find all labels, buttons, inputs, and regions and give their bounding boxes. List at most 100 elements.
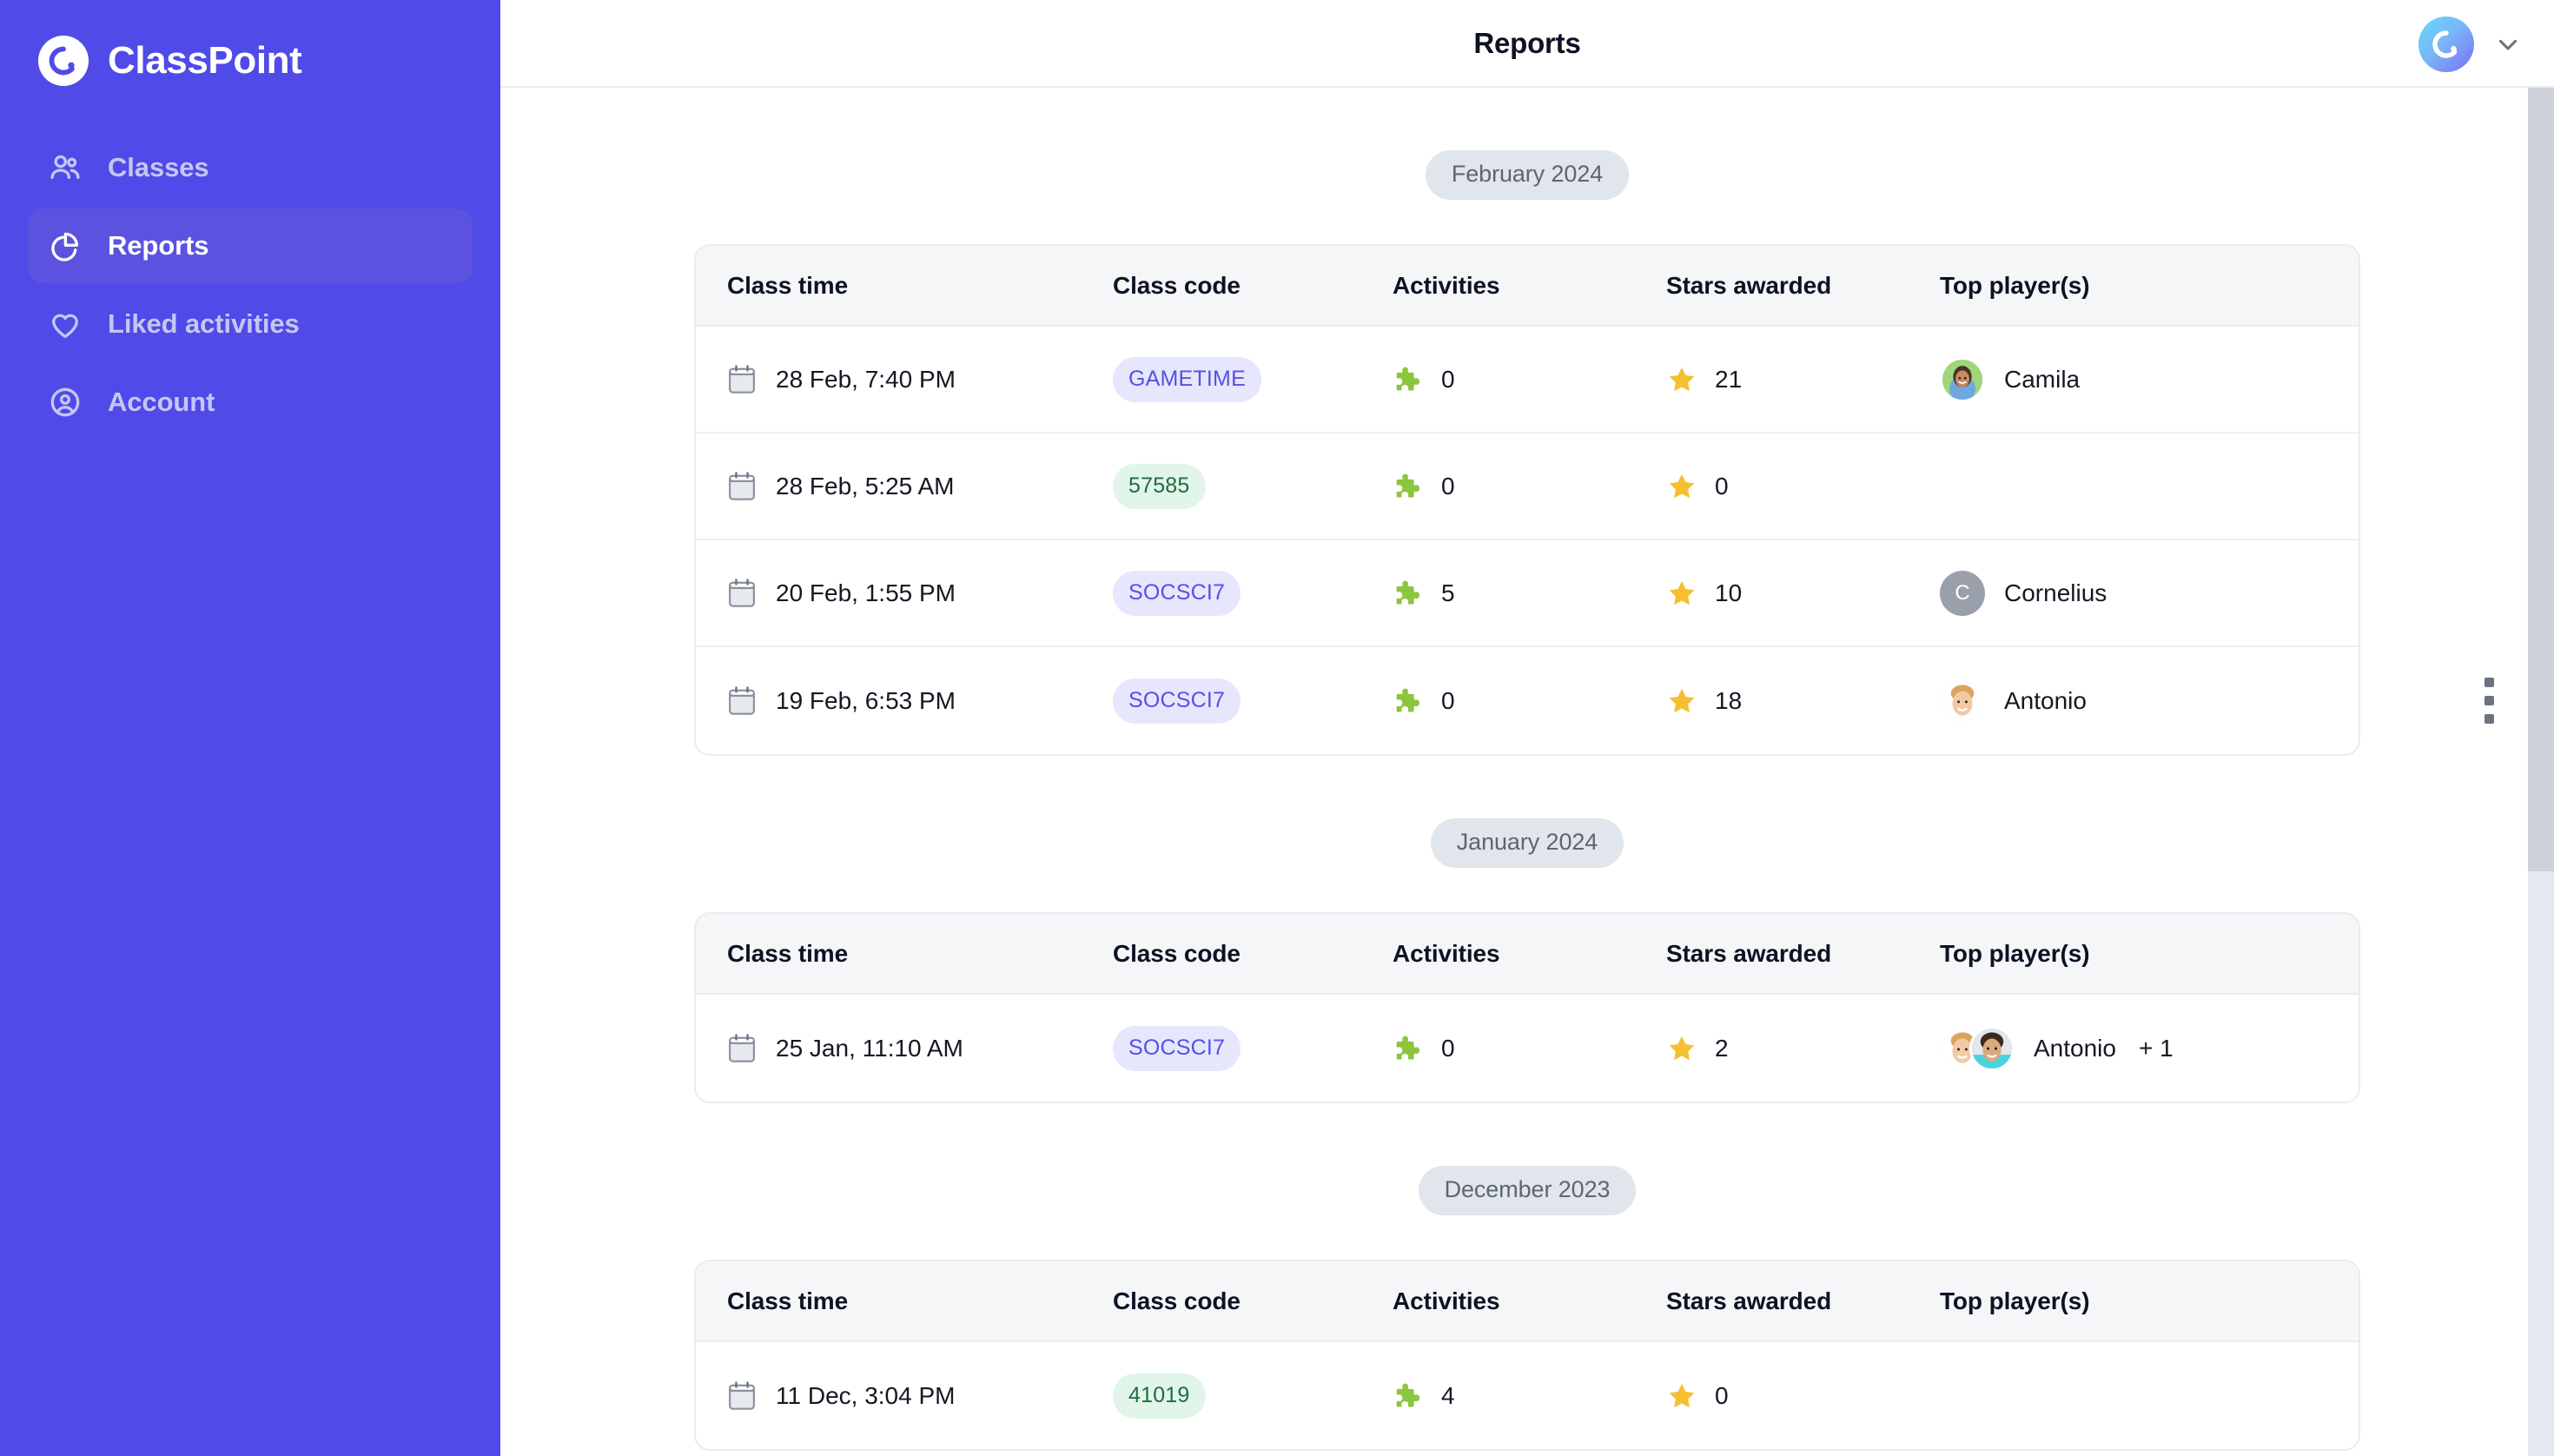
stars-count: 0 [1715, 1381, 1729, 1409]
puzzle-icon [1393, 685, 1424, 717]
sidebar-item-label: Account [108, 387, 215, 417]
calendar-icon [727, 1380, 757, 1413]
puzzle-icon [1393, 364, 1424, 395]
cell-stars-awarded: 2 [1666, 1033, 1940, 1064]
table-row[interactable]: 11 Dec, 3:04 PM 41019 4 0 [696, 1342, 2359, 1449]
users-icon [47, 149, 83, 186]
class-code-badge[interactable]: SOCSCI7 [1113, 1025, 1241, 1071]
column-header-activities: Activities [1393, 271, 1500, 299]
cell-class-time: 19 Feb, 6:53 PM [727, 685, 1113, 718]
classpoint-logo-icon [38, 36, 89, 86]
star-icon [1666, 578, 1697, 609]
brand-name: ClassPoint [108, 39, 302, 82]
avatar [1969, 1025, 2015, 1071]
month-header: January 2024 [500, 756, 2554, 868]
sidebar-item-label: Liked activities [108, 308, 300, 339]
class-code-badge[interactable]: 41019 [1113, 1373, 1206, 1419]
cell-stars-awarded: 21 [1666, 364, 1940, 395]
vertical-scrollbar[interactable] [2528, 88, 2554, 1456]
column-header-stars-awarded: Stars awarded [1666, 939, 1832, 967]
avatar-stack [1940, 678, 1985, 724]
sidebar-item-classes[interactable]: Classes [28, 130, 473, 205]
cell-stars-awarded: 18 [1666, 685, 1940, 717]
table-row[interactable]: 28 Feb, 5:25 AM 57585 0 0 [696, 433, 2359, 540]
column-header-class-time: Class time [727, 1287, 849, 1314]
sidebar-nav: Classes Reports Liked activities Account [0, 130, 500, 440]
calendar-icon [727, 685, 757, 718]
column-header-class-time: Class time [727, 939, 849, 967]
activities-count: 4 [1441, 1381, 1455, 1409]
sidebar-item-label: Classes [108, 152, 209, 182]
column-header-top-players: Top player(s) [1940, 271, 2090, 299]
stars-count: 10 [1715, 579, 1743, 606]
month-label: December 2023 [1418, 1166, 1637, 1215]
player-name: Antonio [2034, 1034, 2116, 1062]
sidebar-item-liked-activities[interactable]: Liked activities [28, 287, 473, 361]
stars-count: 0 [1715, 472, 1729, 500]
cell-class-time: 28 Feb, 5:25 AM [727, 470, 1113, 503]
month-header: February 2024 [500, 88, 2554, 200]
app-root: ClassPoint Classes Reports Liked activit… [0, 0, 2554, 1456]
table-row[interactable]: 25 Jan, 11:10 AM SOCSCI7 0 2 Antonio + 1 [696, 995, 2359, 1102]
sidebar-item-account[interactable]: Account [28, 365, 473, 440]
cell-top-players: Antonio [1940, 678, 2359, 724]
column-header-stars-awarded: Stars awarded [1666, 271, 1832, 299]
avatar-stack [1940, 356, 1985, 402]
puzzle-icon [1393, 1380, 1424, 1412]
cell-activities: 4 [1393, 1380, 1666, 1412]
calendar-icon [727, 577, 757, 610]
calendar-icon [727, 363, 757, 396]
star-icon [1666, 1033, 1697, 1064]
page-title: Reports [1473, 26, 1581, 59]
month-header: December 2023 [500, 1103, 2554, 1215]
avatar-initial: C [1940, 570, 1985, 616]
brand[interactable]: ClassPoint [0, 16, 500, 94]
scrollbar-thumb[interactable] [2528, 88, 2554, 871]
cell-class-time: 28 Feb, 7:40 PM [727, 363, 1113, 396]
star-icon [1666, 685, 1697, 717]
star-icon [1666, 364, 1697, 395]
classpoint-avatar-icon[interactable] [2418, 16, 2474, 72]
table-row[interactable]: 20 Feb, 1:55 PM SOCSCI7 5 10 C Cornelius [696, 540, 2359, 647]
cell-top-players: Camila [1940, 356, 2359, 402]
reports-table-january: Class time Class code Activities Stars a… [694, 912, 2360, 1103]
table-row[interactable]: 19 Feb, 6:53 PM SOCSCI7 0 18 Antonio [696, 647, 2494, 754]
puzzle-icon [1393, 1033, 1424, 1064]
class-code-badge[interactable]: GAMETIME [1113, 356, 1261, 402]
calendar-icon [727, 1032, 757, 1065]
class-time-text: 28 Feb, 5:25 AM [776, 472, 955, 500]
star-icon [1666, 471, 1697, 502]
column-header-top-players: Top player(s) [1940, 1287, 2090, 1314]
sidebar-item-reports[interactable]: Reports [28, 208, 473, 283]
class-time-text: 20 Feb, 1:55 PM [776, 579, 956, 606]
class-code-badge[interactable]: 57585 [1113, 463, 1206, 509]
column-header-class-code: Class code [1113, 1287, 1241, 1314]
player-name: Camila [2004, 365, 2081, 393]
month-label: February 2024 [1425, 150, 1630, 200]
calendar-icon [727, 470, 757, 503]
cell-stars-awarded: 0 [1666, 1380, 1940, 1412]
reports-content: February 2024 Class time Class code Acti… [500, 88, 2554, 1456]
user-circle-icon [47, 384, 83, 420]
class-time-text: 25 Jan, 11:10 AM [776, 1034, 963, 1062]
activities-count: 0 [1441, 1034, 1455, 1062]
additional-players-count: + 1 [2138, 1034, 2174, 1062]
class-code-badge[interactable]: SOCSCI7 [1113, 678, 1241, 724]
column-header-class-code: Class code [1113, 271, 1241, 299]
topbar-user-menu[interactable] [2418, 0, 2523, 88]
cell-top-players: C Cornelius [1940, 570, 2359, 616]
cell-class-time: 25 Jan, 11:10 AM [727, 1032, 1113, 1065]
class-code-badge[interactable]: SOCSCI7 [1113, 570, 1241, 616]
chevron-down-icon[interactable] [2493, 30, 2523, 59]
column-header-activities: Activities [1393, 939, 1500, 967]
reports-table-december: Class time Class code Activities Stars a… [694, 1260, 2360, 1451]
cell-activities: 0 [1393, 1033, 1666, 1064]
reports-table-february: Class time Class code Activities Stars a… [694, 244, 2494, 756]
avatar [1940, 356, 1985, 402]
stars-count: 18 [1715, 686, 1743, 714]
heart-icon [47, 306, 83, 342]
class-time-text: 19 Feb, 6:53 PM [776, 686, 956, 714]
activities-count: 5 [1441, 579, 1455, 606]
table-row[interactable]: 28 Feb, 7:40 PM GAMETIME 0 21 Camila [696, 327, 2359, 433]
cell-top-players: Antonio + 1 [1940, 1025, 2359, 1071]
